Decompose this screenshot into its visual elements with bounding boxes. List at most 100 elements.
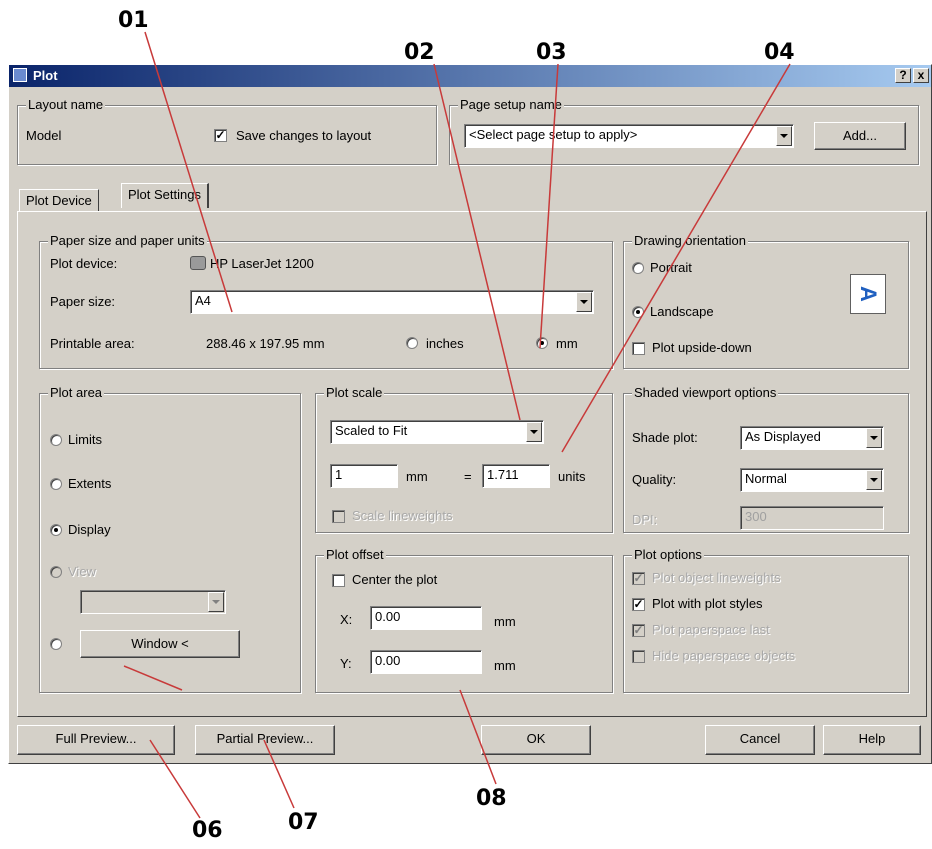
- page-setup-select[interactable]: <Select page setup to apply>: [464, 124, 794, 148]
- page-setup-group: Page setup name <Select page setup to ap…: [449, 97, 919, 165]
- dpi-input[interactable]: 300: [740, 506, 884, 530]
- center-plot-label: Center the plot: [352, 572, 438, 587]
- offset-x-unit: mm: [494, 614, 516, 629]
- plot-area-group: Plot area Limits Extents Display View Wi…: [39, 385, 301, 693]
- shaded-viewport-group: Shaded viewport options Shade plot: As D…: [623, 385, 909, 533]
- plot-scale-value: Scaled to Fit: [335, 423, 408, 438]
- save-changes-checkbox[interactable]: ✓: [214, 129, 227, 142]
- extents-radio[interactable]: [50, 478, 62, 490]
- center-plot-checkbox[interactable]: [332, 574, 345, 587]
- chevron-down-icon[interactable]: [576, 292, 592, 312]
- plot-scale-legend: Plot scale: [324, 385, 385, 400]
- plot-upside-down-label: Plot upside-down: [652, 340, 752, 355]
- scale-units-input[interactable]: 1.711: [482, 464, 550, 488]
- window-radio[interactable]: [50, 638, 62, 650]
- add-button[interactable]: Add...: [814, 122, 906, 150]
- chevron-down-icon[interactable]: [866, 428, 882, 448]
- plot-area-legend: Plot area: [48, 385, 105, 400]
- callout-07: 07: [288, 810, 319, 835]
- scale-equals: =: [464, 469, 472, 484]
- scale-units-label: units: [558, 469, 586, 484]
- tab-plot-device[interactable]: Plot Device: [19, 189, 99, 211]
- chevron-down-icon: [208, 592, 224, 612]
- paper-size-legend: Paper size and paper units: [48, 233, 207, 248]
- callout-01: 01: [118, 8, 149, 33]
- plot-paperspace-last-label: Plot paperspace last: [652, 622, 770, 637]
- paper-size-select[interactable]: A4: [190, 290, 594, 314]
- portrait-label: Portrait: [650, 260, 692, 275]
- plot-object-lineweights-label: Plot object lineweights: [652, 570, 781, 585]
- layout-name-legend: Layout name: [26, 97, 106, 112]
- dpi-label: DPI:: [632, 512, 658, 527]
- title-bar[interactable]: Plot ? x: [9, 65, 931, 87]
- paper-size-value: A4: [195, 293, 211, 308]
- tab-plot-settings[interactable]: Plot Settings: [121, 183, 209, 208]
- offset-x-input[interactable]: 0.00: [370, 606, 482, 630]
- extents-label: Extents: [68, 476, 112, 491]
- quality-select[interactable]: Normal: [740, 468, 884, 492]
- plot-dialog: Plot ? x Layout name Model ✓ Save change…: [8, 64, 932, 764]
- scale-lineweights-checkbox[interactable]: [332, 510, 345, 523]
- mm-label: mm: [556, 336, 578, 351]
- printable-area-value: 288.46 x 197.95 mm: [206, 336, 325, 351]
- ok-button[interactable]: OK: [481, 725, 591, 755]
- plot-device-label: Plot device:: [50, 256, 118, 271]
- display-radio[interactable]: [50, 524, 62, 536]
- printable-area-label: Printable area:: [50, 336, 135, 351]
- plot-upside-down-checkbox[interactable]: [632, 342, 645, 355]
- plot-paperspace-last-checkbox[interactable]: ✓: [632, 624, 645, 637]
- shaded-viewport-legend: Shaded viewport options: [632, 385, 779, 400]
- view-radio[interactable]: [50, 566, 62, 578]
- offset-y-label: Y:: [340, 656, 352, 671]
- landscape-radio[interactable]: [632, 306, 644, 318]
- offset-y-input[interactable]: 0.00: [370, 650, 482, 674]
- callout-06: 06: [192, 818, 223, 843]
- inches-radio[interactable]: [406, 337, 418, 349]
- scale-mm-label: mm: [406, 469, 428, 484]
- chevron-down-icon[interactable]: [776, 126, 792, 146]
- portrait-radio[interactable]: [632, 262, 644, 274]
- plot-options-group: Plot options ✓ Plot object lineweights ✓…: [623, 547, 909, 693]
- layout-name-group: Layout name Model ✓ Save changes to layo…: [17, 97, 437, 165]
- limits-radio[interactable]: [50, 434, 62, 446]
- chevron-down-icon[interactable]: [866, 470, 882, 490]
- close-icon[interactable]: x: [913, 68, 929, 83]
- partial-preview-button[interactable]: Partial Preview...: [195, 725, 335, 755]
- hide-paperspace-objects-label: Hide paperspace objects: [652, 648, 796, 663]
- view-select[interactable]: [80, 590, 226, 614]
- scale-mm-input[interactable]: 1: [330, 464, 398, 488]
- plot-offset-group: Plot offset Center the plot X: 0.00 mm Y…: [315, 547, 613, 693]
- page-setup-legend: Page setup name: [458, 97, 564, 112]
- view-label: View: [68, 564, 96, 579]
- offset-x-label: X:: [340, 612, 353, 627]
- layout-name-value: Model: [26, 128, 62, 143]
- plot-object-lineweights-checkbox[interactable]: ✓: [632, 572, 645, 585]
- paper-size-group: Paper size and paper units Plot device: …: [39, 233, 613, 369]
- shade-plot-value: As Displayed: [745, 429, 821, 444]
- callout-04: 04: [764, 40, 795, 65]
- help-button[interactable]: Help: [823, 725, 921, 755]
- inches-label: inches: [426, 336, 464, 351]
- landscape-label: Landscape: [650, 304, 714, 319]
- hide-paperspace-objects-checkbox[interactable]: [632, 650, 645, 663]
- window-button[interactable]: Window <: [80, 630, 240, 658]
- printer-icon: [190, 256, 206, 270]
- chevron-down-icon[interactable]: [526, 422, 542, 442]
- shade-plot-select[interactable]: As Displayed: [740, 426, 884, 450]
- plot-with-styles-checkbox[interactable]: ✓: [632, 598, 645, 611]
- mm-radio[interactable]: [536, 337, 548, 349]
- plot-offset-legend: Plot offset: [324, 547, 386, 562]
- plot-options-legend: Plot options: [632, 547, 704, 562]
- help-icon[interactable]: ?: [895, 68, 911, 83]
- offset-y-unit: mm: [494, 658, 516, 673]
- plot-device-value: HP LaserJet 1200: [210, 256, 314, 271]
- plot-scale-select[interactable]: Scaled to Fit: [330, 420, 544, 444]
- paper-size-label: Paper size:: [50, 294, 116, 309]
- orientation-preview-icon: A: [850, 274, 886, 314]
- app-icon: [13, 68, 27, 82]
- plot-with-styles-label: Plot with plot styles: [652, 596, 763, 611]
- full-preview-button[interactable]: Full Preview...: [17, 725, 175, 755]
- callout-02: 02: [404, 40, 435, 65]
- cancel-button[interactable]: Cancel: [705, 725, 815, 755]
- save-changes-label: Save changes to layout: [236, 128, 372, 143]
